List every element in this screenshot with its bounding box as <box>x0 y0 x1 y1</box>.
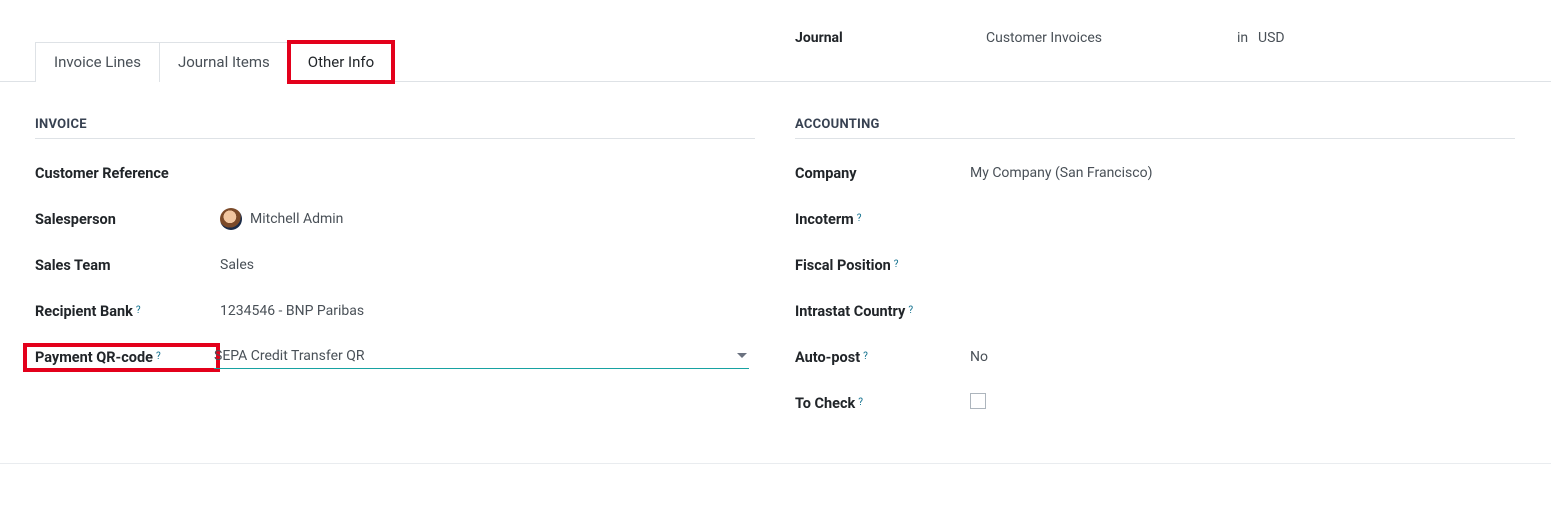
intrastat-country-label: Intrastat Country ? <box>795 303 970 320</box>
help-icon[interactable]: ? <box>857 214 862 224</box>
company-label: Company <box>795 165 970 182</box>
tab-bar: Invoice Lines Journal Items Other Info <box>0 42 1551 82</box>
customer-reference-label: Customer Reference <box>35 165 220 182</box>
salesperson-name: Mitchell Admin <box>250 211 343 227</box>
salesperson-value[interactable]: Mitchell Admin <box>220 208 755 230</box>
help-icon[interactable]: ? <box>908 306 913 316</box>
payment-qr-code-label: Payment QR-code ? <box>29 349 214 366</box>
salesperson-label: Salesperson <box>35 211 220 228</box>
payment-qr-code-select[interactable]: SEPA Credit Transfer QR <box>214 346 755 369</box>
accounting-section-title: ACCOUNTING <box>795 117 1515 139</box>
journal-currency: USD <box>1258 30 1285 46</box>
help-icon[interactable]: ? <box>156 352 161 362</box>
recipient-bank-value[interactable]: 1234546 - BNP Paribas <box>220 303 755 319</box>
auto-post-value[interactable]: No <box>970 349 1515 365</box>
help-icon[interactable]: ? <box>136 306 141 316</box>
tab-other-info[interactable]: Other Info <box>289 42 393 82</box>
invoice-section: INVOICE Customer Reference Salesperson M… <box>35 117 755 435</box>
fiscal-position-label: Fiscal Position ? <box>795 257 970 274</box>
to-check-checkbox[interactable] <box>970 393 1515 413</box>
recipient-bank-label: Recipient Bank ? <box>35 303 220 320</box>
company-value[interactable]: My Company (San Francisco) <box>970 165 1515 181</box>
invoice-section-title: INVOICE <box>35 117 755 139</box>
journal-value: Customer Invoices <box>986 30 1102 46</box>
help-icon[interactable]: ? <box>858 398 863 408</box>
sales-team-label: Sales Team <box>35 257 220 274</box>
journal-label: Journal <box>795 30 843 46</box>
journal-in: in <box>1237 30 1248 46</box>
help-icon[interactable]: ? <box>894 260 899 270</box>
incoterm-label: Incoterm ? <box>795 211 970 228</box>
sales-team-value[interactable]: Sales <box>220 257 755 273</box>
chevron-down-icon <box>737 353 747 358</box>
checkbox-icon <box>970 393 986 409</box>
to-check-label: To Check ? <box>795 395 970 412</box>
help-icon[interactable]: ? <box>863 352 868 362</box>
avatar-icon <box>220 208 242 230</box>
accounting-section: ACCOUNTING Company My Company (San Franc… <box>795 117 1515 435</box>
tab-invoice-lines[interactable]: Invoice Lines <box>35 42 160 82</box>
payment-qr-code-value: SEPA Credit Transfer QR <box>214 348 364 364</box>
auto-post-label: Auto-post ? <box>795 349 970 366</box>
tab-journal-items[interactable]: Journal Items <box>160 42 289 82</box>
